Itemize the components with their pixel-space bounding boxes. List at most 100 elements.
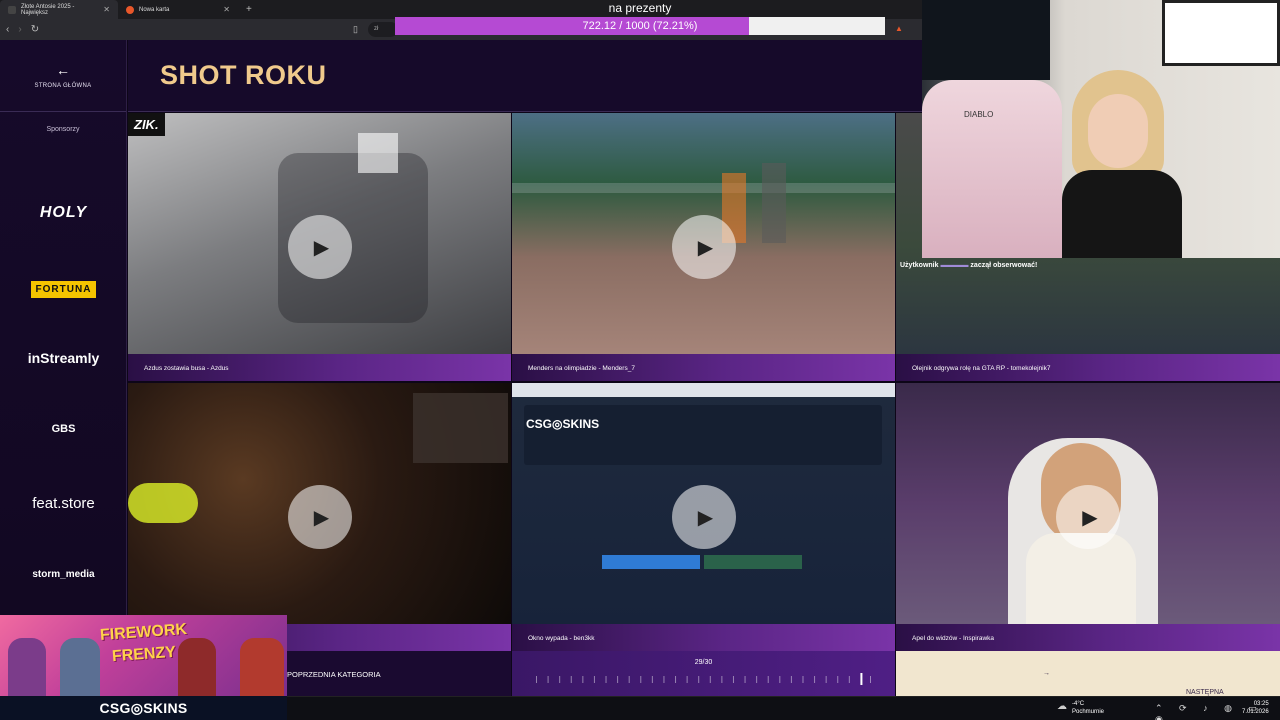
csgskins-logo: CSG◎SKINS [526,417,600,431]
page-tick[interactable] [570,676,572,683]
wall-picture [1162,0,1280,66]
page-tick[interactable] [663,676,665,683]
sponsor-instreamly-logo[interactable]: inStreamly [0,350,127,366]
arrow-left-icon: ← [56,62,70,78]
page-tick[interactable] [582,676,584,683]
tab-active[interactable]: Złote Antosie 2025 - Największ ✕ [0,0,118,19]
page-tick[interactable] [790,676,792,683]
sponsor-stormmedia-logo[interactable]: storm_media [0,569,127,580]
home-label: STRONA GŁÓWNA [34,83,92,89]
clip-title: Okno wypada - ben3kk [512,624,895,651]
page-tick[interactable] [744,676,746,683]
sponsor-gbs-logo[interactable]: GBS [0,423,127,435]
clip-title: Menders na olimpiadzie - Menders_7 [512,354,895,381]
banner-title: FIREWORK [99,620,188,645]
back-icon[interactable]: ‹ [6,24,9,35]
page-tick[interactable] [848,676,850,683]
play-button[interactable]: ▶ [287,215,352,279]
bookmark-icon[interactable]: ▯ [353,24,358,35]
page-tick[interactable] [709,676,711,683]
page-tick[interactable] [814,676,816,683]
play-button[interactable]: ▶ [671,485,736,549]
previous-category-label: POPRZEDNIA KATEGORIA [287,670,381,679]
brave-shield-icon[interactable]: ▲ [895,24,903,33]
home-button[interactable]: ← STRONA GŁÓWNA [0,40,126,112]
page-tick[interactable] [640,676,642,683]
favicon-icon [8,5,16,14]
play-icon: ▶ [313,506,330,529]
page-tick[interactable] [536,676,537,683]
monitor [922,0,1050,80]
page-tick[interactable] [721,676,723,683]
banner-title: FRENZY [111,643,177,666]
page-tick[interactable] [767,676,769,683]
banner-character [178,638,216,696]
play-icon: ▶ [313,236,330,259]
cloud-icon: ☁ [1057,701,1067,712]
follow-text: zaczął obserwować! [970,262,1038,269]
game-banner: FIREWORK FRENZY [0,615,287,696]
close-icon[interactable]: ✕ [223,5,230,14]
weather-widget[interactable]: ☁ -4°C Pochmurnie [1057,700,1104,716]
address-bar[interactable]: zł [368,22,398,37]
page-tick[interactable] [802,676,804,683]
page-tick[interactable] [559,676,561,683]
page-tick[interactable] [605,676,607,683]
clip-card[interactable]: ▶ Apel do widzów - Inspirawka [896,383,1280,651]
taskbar: ☁ -4°C Pochmurnie ⌃ ⟳ ♪ ◍ ▭ ◉ 03:25 7.01… [287,696,1280,720]
play-button[interactable]: ▶ [671,215,736,279]
page-tick[interactable] [628,676,630,683]
csgskins-header-strip [524,405,882,465]
page-tick[interactable] [756,676,758,683]
play-button[interactable]: ▶ [1056,485,1120,549]
page-tick[interactable] [870,676,871,683]
goal-title: na prezenty [608,1,672,15]
page-tick[interactable] [686,676,688,683]
webcam-overlay: DIABLO [922,0,1280,258]
follow-user: Użytkownik [900,262,939,269]
reload-icon[interactable]: ↻ [31,24,39,35]
next-category-label: NASTĘPNA KATEGORIA → [1041,670,1226,703]
page-tick[interactable] [837,676,839,683]
forward-icon[interactable]: › [18,24,21,35]
clip-card[interactable]: CSG◎SKINS ▶ Okno wypada - ben3kk [512,383,895,651]
page-header: SHOT ROKU [128,40,922,112]
clock[interactable]: 03:25 7.01.2026 [1242,700,1269,716]
follow-alert: Użytkownik ▬▬▬▬ zaczął obserwować! [900,262,1037,269]
chair-logo: DIABLO [964,110,994,119]
tab-new-tab[interactable]: Nowa karta ✕ [118,0,238,19]
streamer [1062,70,1182,258]
page-tick[interactable] [698,676,700,683]
banner-character [8,638,46,696]
page-tick[interactable] [675,676,677,683]
sponsor-holy-logo[interactable]: HOLY [0,204,127,222]
page-tick[interactable] [547,676,549,683]
clip-card[interactable]: ZIK. ▶ Azdus zostawia busa - Azdus [128,113,511,381]
page-ticks[interactable] [536,673,872,685]
csgskins-brand: CSG◎SKINS [0,696,287,720]
close-icon[interactable]: ✕ [103,5,110,14]
page-tick[interactable] [825,676,827,683]
sponsor-fortuna-logo[interactable]: FORTUNA [0,279,127,298]
goal-progress-bar: 722.12 / 1000 (72.21%) [395,17,885,35]
next-category-button[interactable]: NASTĘPNA KATEGORIA → [896,651,1280,703]
page-tick[interactable] [732,676,734,683]
play-button[interactable]: ▶ [287,485,352,549]
gaming-chair: DIABLO [922,80,1062,258]
goal-progress-text: 722.12 / 1000 (72.21%) [582,20,698,32]
pagination: 29/30 [512,651,895,696]
page-tick[interactable] [779,676,781,683]
page-tick[interactable] [651,676,653,683]
clip-title: Apel do widzów - Inspirawka [896,624,1280,651]
clip-card[interactable]: ▶ [128,383,511,651]
sponsor-featstore-logo[interactable]: feat.store [0,495,127,512]
page-tick-active[interactable] [860,673,863,685]
page-tick[interactable] [593,676,595,683]
donation-goal: na prezenty 722.12 / 1000 (72.21%) [395,0,885,36]
page-tick[interactable] [617,676,619,683]
clip-card[interactable]: ▶ Menders na olimpiadzie - Menders_7 [512,113,895,381]
temperature: -4°C [1072,701,1085,707]
page-indicator: 29/30 [694,659,713,666]
new-tab-button[interactable]: + [246,4,252,15]
sidebar: ← STRONA GŁÓWNA Sponsorzy HOLY FORTUNA i… [0,40,127,615]
